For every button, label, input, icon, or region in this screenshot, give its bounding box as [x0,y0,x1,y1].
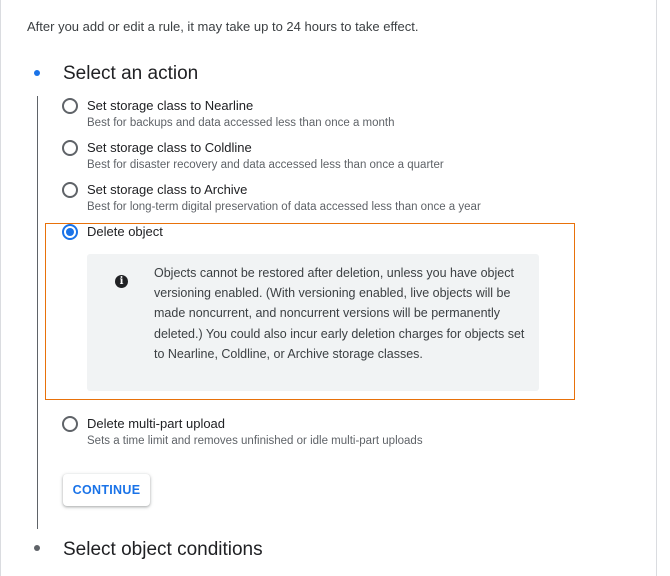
continue-button[interactable]: CONTINUE [63,474,150,506]
lifecycle-rule-panel: After you add or edit a rule, it may tak… [0,0,670,576]
option-label: Delete object [87,224,163,239]
option-label: Set storage class to Nearline [87,98,254,113]
radio-coldline[interactable] [62,140,78,156]
stepper-line [37,96,38,529]
radio-nearline[interactable] [62,98,78,114]
option-description: Best for backups and data accessed less … [87,117,395,129]
info-text: Objects cannot be restored after deletio… [154,266,525,361]
radio-archive[interactable] [62,182,78,198]
option-label: Delete multi-part upload [87,416,226,431]
panel-right-border [656,0,657,576]
option-description: Best for disaster recovery and data acce… [87,159,444,171]
info-box: i Objects cannot be restored after delet… [87,254,539,391]
step-indicator-active [34,70,40,76]
panel-left-border [0,0,1,576]
step-title-select-action: Select an action [63,63,199,84]
radio-delete-object[interactable] [62,224,78,240]
step-title-select-conditions: Select object conditions [63,539,263,560]
option-label: Set storage class to Archive [87,182,248,197]
radio-delete-multipart[interactable] [62,416,78,432]
notice-text: After you add or edit a rule, it may tak… [27,19,419,34]
option-description: Best for long-term digital preservation … [87,201,481,213]
option-label: Set storage class to Coldline [87,140,252,155]
option-description: Sets a time limit and removes unfinished… [87,435,423,447]
info-icon: i [115,275,128,288]
step-indicator-inactive [34,545,40,551]
